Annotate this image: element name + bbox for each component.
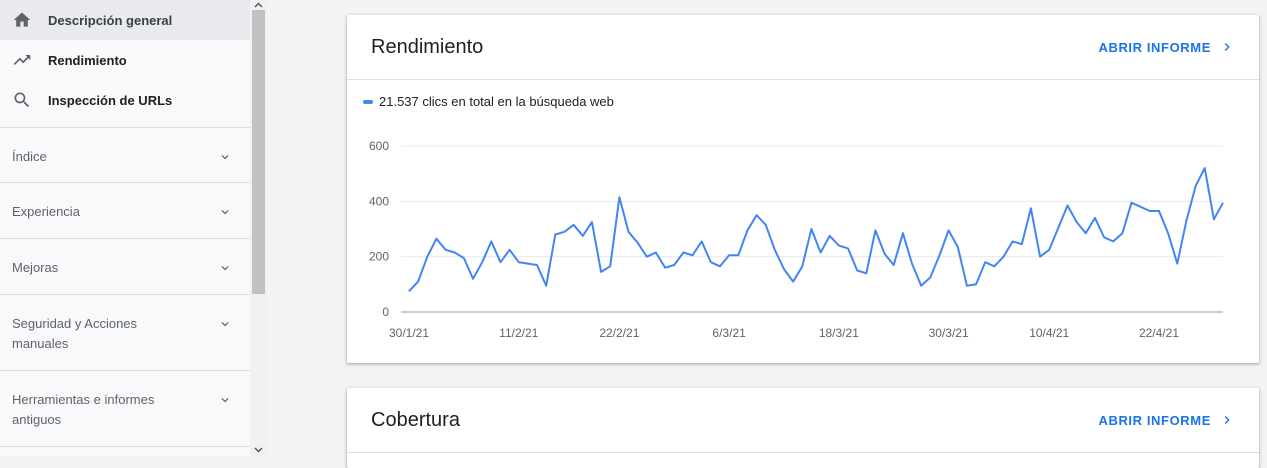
card-title: Rendimiento <box>371 35 484 58</box>
open-report-button[interactable]: ABRIR INFORME <box>1098 412 1235 428</box>
nav-item-url-inspection[interactable]: Inspección de URLs <box>0 80 250 120</box>
x-tick-label: 30/1/21 <box>389 326 429 340</box>
card-header: Cobertura ABRIR INFORME <box>347 388 1259 453</box>
home-icon <box>12 10 32 30</box>
chevron-down-icon <box>221 322 229 327</box>
x-tick-label: 30/3/21 <box>929 326 969 340</box>
section-security[interactable]: Seguridad y Acciones manuales <box>0 294 250 370</box>
nav-item-overview[interactable]: Descripción general <box>0 0 250 40</box>
chevron-right-icon <box>1224 43 1230 51</box>
section-experience[interactable]: Experiencia <box>0 182 250 238</box>
nav-item-label: Rendimiento <box>48 52 127 68</box>
open-report-button[interactable]: ABRIR INFORME <box>1098 39 1235 55</box>
section-index[interactable]: Índice <box>0 127 250 182</box>
x-tick-label: 18/3/21 <box>819 326 859 340</box>
chevron-down-icon <box>221 210 229 215</box>
scrollbar-thumb[interactable] <box>252 10 265 294</box>
chevron-down-icon <box>221 398 229 403</box>
nav-item-label: Descripción general <box>48 12 173 28</box>
legend-label: 21.537 clics en total en la búsqueda web <box>379 94 614 109</box>
scroll-up-arrow-icon[interactable] <box>250 0 267 10</box>
y-tick-label: 400 <box>369 194 389 208</box>
search-icon <box>12 90 32 110</box>
card-title: Cobertura <box>371 408 460 431</box>
coverage-card: Cobertura ABRIR INFORME <box>347 388 1259 468</box>
sidebar: Descripción general Rendimiento Inspecci… <box>0 0 250 456</box>
performance-card: Rendimiento ABRIR INFORME 21.537 clics e… <box>347 15 1259 363</box>
x-tick-label: 10/4/21 <box>1029 326 1069 340</box>
scroll-down-arrow-icon[interactable] <box>250 444 267 456</box>
chevron-down-icon <box>221 266 229 271</box>
card-header: Rendimiento ABRIR INFORME <box>347 15 1259 80</box>
open-report-label: ABRIR INFORME <box>1098 39 1211 55</box>
section-label: Experiencia <box>12 204 80 219</box>
x-tick-label: 22/4/21 <box>1139 326 1179 340</box>
nav-item-label: Inspección de URLs <box>48 92 173 108</box>
section-legacy-tools[interactable]: Herramientas e informes antiguos <box>0 370 250 446</box>
y-tick-label: 600 <box>369 139 389 153</box>
series-line-clicks <box>408 167 1224 292</box>
section-label: Mejoras <box>12 260 59 275</box>
legend-swatch <box>363 99 373 104</box>
sidebar-scrollbar[interactable] <box>250 0 267 456</box>
section-divider <box>0 446 250 456</box>
y-tick-label: 0 <box>382 305 389 319</box>
chevron-right-icon <box>1224 416 1230 424</box>
section-label: Seguridad y Acciones manuales <box>12 316 138 351</box>
chevron-down-icon <box>221 155 229 160</box>
open-report-label: ABRIR INFORME <box>1098 412 1211 428</box>
x-tick-label: 11/2/21 <box>499 326 538 340</box>
y-tick-label: 200 <box>369 250 389 264</box>
section-label: Índice <box>12 149 47 164</box>
chart-legend[interactable]: 21.537 clics en total en la búsqueda web <box>363 94 614 109</box>
x-tick-label: 22/2/21 <box>599 326 639 340</box>
section-enhancements[interactable]: Mejoras <box>0 238 250 294</box>
nav-item-performance[interactable]: Rendimiento <box>0 40 250 80</box>
x-tick-label: 6/3/21 <box>712 326 746 340</box>
trending-up-icon <box>12 50 32 70</box>
section-label: Herramientas e informes antiguos <box>12 392 155 427</box>
